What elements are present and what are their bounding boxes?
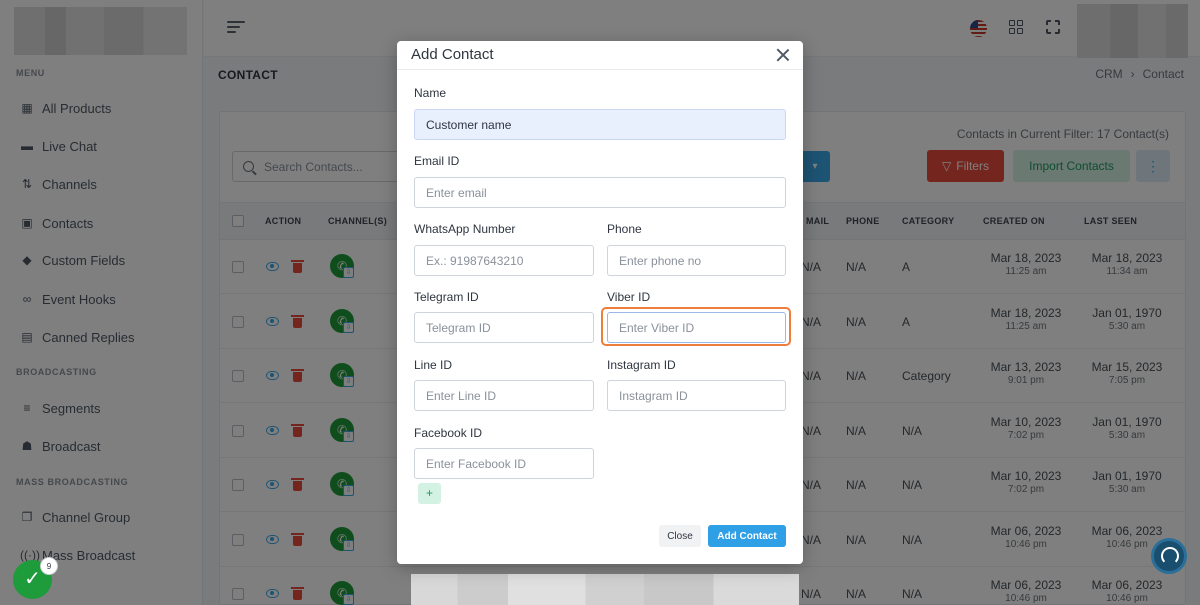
instagram-label: Instagram ID [607, 358, 676, 372]
email-label: Email ID [414, 154, 460, 168]
whatsapp-field[interactable] [414, 245, 594, 276]
name-label: Name [414, 86, 447, 100]
close-button[interactable]: Close [659, 525, 701, 547]
telegram-field[interactable] [414, 312, 594, 343]
add-contact-button[interactable]: Add Contact [708, 525, 786, 547]
viber-label: Viber ID [607, 290, 651, 304]
modal-header: Add Contact [397, 41, 803, 70]
support-chat-button[interactable] [1151, 538, 1187, 574]
app-root: MENU ▦All Products ▬Live Chat ⇅Channels … [0, 0, 1200, 605]
email-field[interactable] [414, 177, 786, 208]
line-field[interactable] [414, 380, 594, 411]
facebook-label: Facebook ID [414, 426, 483, 440]
modal-title: Add Contact [411, 46, 494, 63]
line-label: Line ID [414, 358, 453, 372]
name-field[interactable] [414, 109, 786, 140]
add-field-button[interactable]: + [418, 483, 441, 504]
whatsapp-label: WhatsApp Number [414, 222, 516, 236]
facebook-field[interactable] [414, 448, 594, 479]
telegram-label: Telegram ID [414, 290, 479, 304]
instagram-field[interactable] [607, 380, 786, 411]
add-contact-modal: Add Contact Name Email ID WhatsApp Numbe… [397, 41, 803, 564]
notification-badge: 9 [40, 557, 58, 575]
close-icon[interactable] [775, 47, 791, 63]
blurred-region [411, 574, 799, 605]
phone-label: Phone [607, 222, 642, 236]
phone-field[interactable] [607, 245, 786, 276]
viber-field[interactable] [607, 312, 786, 343]
